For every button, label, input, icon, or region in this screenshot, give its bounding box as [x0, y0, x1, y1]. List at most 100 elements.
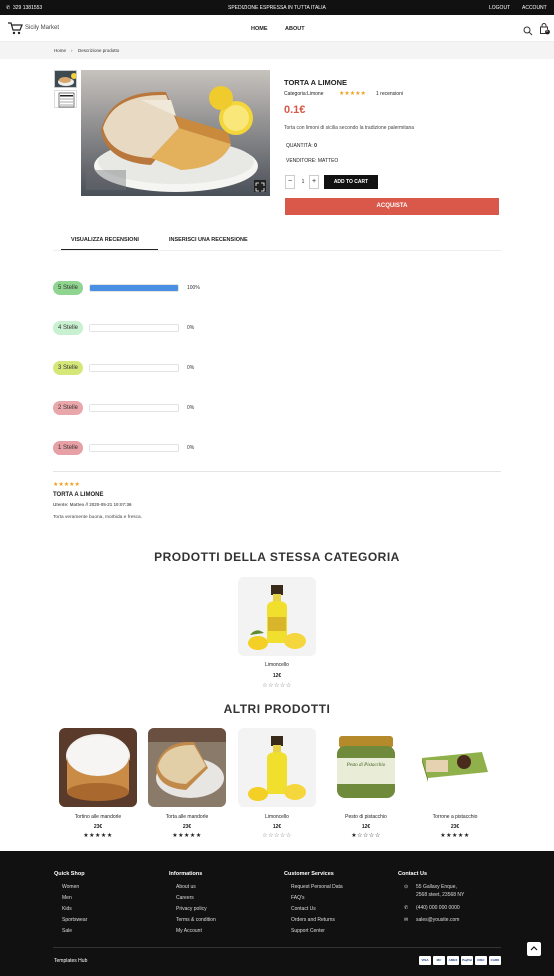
footer-link[interactable]: Privacy policy [176, 906, 207, 912]
rating-percentage-3: 0% [187, 365, 195, 371]
other-product-stars-1: ★★★★★ [83, 833, 113, 839]
footer-divider [53, 947, 501, 948]
footer-link[interactable]: My Account [176, 928, 202, 934]
tab-write-review[interactable]: INSERISCI UNA RECENSIONE [169, 237, 248, 243]
footer-link[interactable]: Support Center [291, 928, 325, 934]
location-pin-icon: ⊙ [404, 884, 409, 890]
cart-logo-icon[interactable] [7, 21, 23, 35]
other-product-stars-2: ★★★★★ [172, 833, 202, 839]
payment-badge-icon: AMEX [447, 956, 459, 965]
rating-label-5: 5 Stelle [53, 281, 83, 295]
rating-label-1: 1 Stelle [53, 441, 83, 455]
category-value[interactable]: Limone [307, 91, 323, 97]
other-product-name-2[interactable]: Torta alle mandorle [139, 814, 235, 820]
thumbnail-nutrition-label[interactable] [54, 90, 77, 108]
same-category-product-image[interactable] [238, 577, 316, 656]
top-bar: ✆ 329 1381553 SPEDIZIONE ESPRESSA IN TUT… [0, 0, 554, 15]
footer-link[interactable]: Sportswear [62, 917, 87, 923]
back-to-top-button[interactable] [527, 942, 541, 956]
account-link[interactable]: ACCOUNT [522, 5, 547, 11]
other-product-name-4[interactable]: Pesto di pistacchio [318, 814, 414, 820]
seller-info: VENDITORE: MATTEO [286, 158, 339, 164]
search-icon[interactable] [523, 23, 533, 41]
add-to-cart-button[interactable]: ADD TO CART [324, 175, 378, 189]
category-label: Categoria: [284, 91, 308, 97]
rating-bar-4 [89, 324, 179, 332]
footer: Quick Shop Women Men Kids Sportswear Sal… [0, 851, 554, 976]
footer-link[interactable]: FAQ's [291, 895, 304, 901]
logout-link[interactable]: LOGOUT [489, 5, 510, 11]
payment-badge-icon: PayPal [461, 956, 473, 965]
tab-view-reviews[interactable]: VISUALIZZA RECENSIONI [71, 237, 139, 243]
breadcrumb: Home › Descrizione prodotto [0, 42, 554, 59]
product-category: Categoria:Limone [284, 91, 323, 97]
quantity-minus-button[interactable]: − [285, 175, 295, 189]
footer-link[interactable]: Sale [62, 928, 72, 934]
review-title: TORTA A LIMONE [53, 492, 104, 498]
other-product-stars-3: ☆☆☆☆☆ [262, 833, 292, 839]
review-meta: Utente: Matteo // 2020-05-21 10:07:36 [53, 502, 132, 507]
same-category-heading: PRODOTTI DELLA STESSA CATEGORIA [154, 550, 400, 564]
rating-bar-5 [89, 284, 179, 292]
quantity-input[interactable]: 1 [297, 175, 309, 189]
rating-percentage-5: 100% [187, 285, 200, 291]
product-rating-stars: ★★★★★ [339, 91, 366, 97]
nav-home[interactable]: HOME [251, 26, 268, 32]
footer-informations-title: Informations [169, 871, 203, 877]
product-description: Torta con limoni di sicilia secondo la t… [284, 125, 415, 131]
footer-contact-title: Contact Us [398, 871, 428, 877]
other-product-image-4[interactable]: Pesto di Pistacchio [327, 728, 405, 807]
rating-percentage-2: 0% [187, 405, 195, 411]
footer-address-line2: 2568 steet, 23568 NY [416, 892, 465, 898]
footer-link[interactable]: Kids [62, 906, 72, 912]
same-category-product-stars: ☆☆☆☆☆ [262, 683, 292, 689]
buy-button[interactable]: ACQUISTA [285, 198, 499, 215]
other-product-price-4: 12€ [361, 824, 371, 830]
footer-link[interactable]: Orders and Returns [291, 917, 335, 923]
same-category-product-name[interactable]: Limoncello [238, 662, 316, 668]
nav-about[interactable]: ABOUT [285, 26, 305, 32]
reviews-count[interactable]: 1 recensioni [376, 91, 403, 97]
main-nav: Sicily Market HOME ABOUT 0 [0, 15, 554, 42]
footer-link[interactable]: Men [62, 895, 72, 901]
cart-count: 0 [546, 28, 549, 33]
footer-email[interactable]: sales@yousite.com [416, 917, 459, 923]
footer-link[interactable]: Women [62, 884, 79, 890]
other-product-name-3[interactable]: Limoncello [229, 814, 325, 820]
breadcrumb-home[interactable]: Home [54, 48, 66, 53]
other-product-price-5: 23€ [450, 824, 460, 830]
footer-link[interactable]: Request Personal Data [291, 884, 343, 890]
phone-icon: ✆ [404, 905, 409, 911]
other-product-image-5[interactable] [416, 728, 494, 807]
footer-link[interactable]: Terms & condition [176, 917, 216, 923]
rating-percentage-1: 0% [187, 445, 195, 451]
other-product-image-3[interactable] [238, 728, 316, 807]
payment-badge-icon: MC [433, 956, 445, 965]
other-product-price-1: 23€ [93, 824, 103, 830]
other-product-name-5[interactable]: Torrone a pistacchio [407, 814, 503, 820]
quantity-plus-button[interactable]: + [309, 175, 319, 189]
fullscreen-icon[interactable] [254, 180, 266, 192]
other-product-stars-4: ★☆☆☆☆ [351, 833, 381, 839]
phone-number: 329 1381553 [13, 5, 43, 11]
promo-text: SPEDIZIONE ESPRESSA IN TUTTA ITALIA [228, 5, 326, 11]
product-price: 0.1€ [284, 104, 306, 116]
footer-phone: (440) 000 000 0000 [416, 905, 460, 911]
jar-label-text: Pesto di Pistacchio [346, 763, 386, 768]
thumbnail-cake[interactable] [54, 70, 77, 88]
other-product-price-3: 12€ [272, 824, 282, 830]
other-product-image-2[interactable] [148, 728, 226, 807]
tabs-divider [53, 250, 501, 251]
brand-name[interactable]: Sicily Market [25, 25, 59, 31]
other-product-price-2: 23€ [182, 824, 192, 830]
footer-link[interactable]: About us [176, 884, 196, 890]
other-product-name-1[interactable]: Tortino alle mandorle [50, 814, 146, 820]
rating-percentage-4: 0% [187, 325, 195, 331]
footer-link[interactable]: Contact Us [291, 906, 316, 912]
shopping-bag-icon[interactable]: 0 [539, 22, 550, 40]
same-category-product-price: 12€ [272, 673, 282, 679]
payment-badge-icon: VISA [419, 956, 431, 965]
rating-label-4: 4 Stelle [53, 321, 83, 335]
footer-link[interactable]: Careers [176, 895, 194, 901]
other-product-image-1[interactable] [59, 728, 137, 807]
